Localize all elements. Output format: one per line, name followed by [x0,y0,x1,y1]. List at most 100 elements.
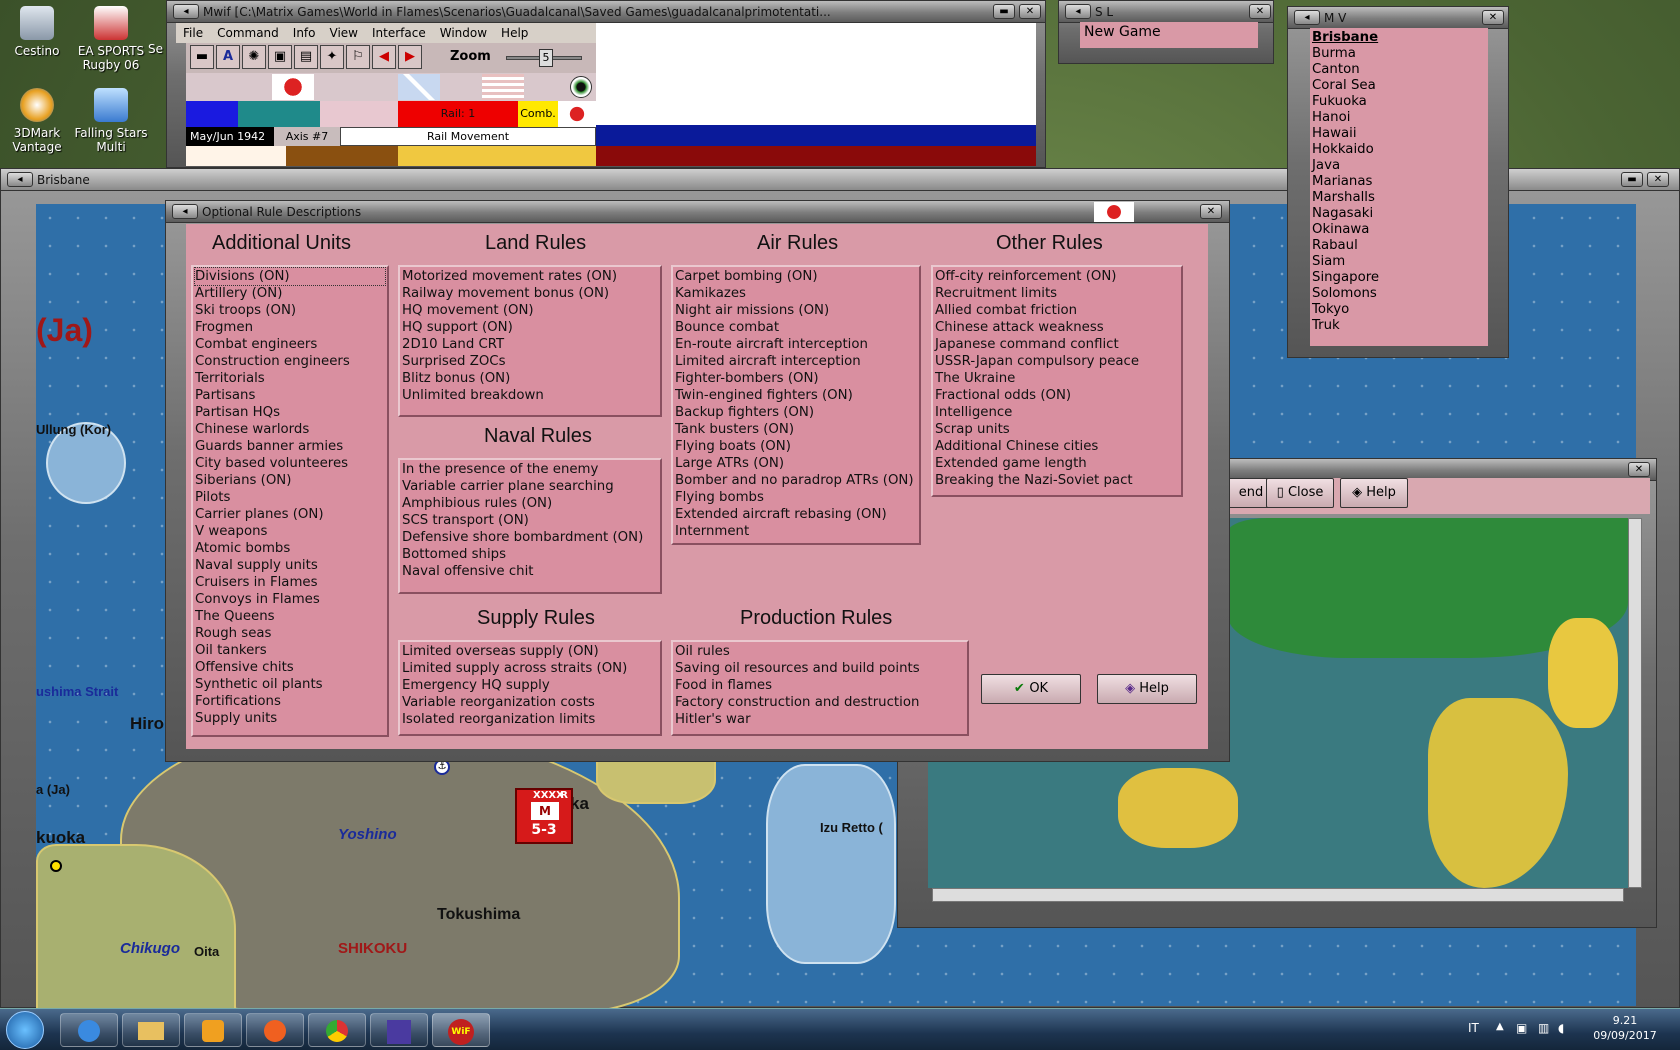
menu-interface[interactable]: Interface [365,26,433,40]
list-item-selected[interactable]: Brisbane [1312,30,1486,46]
list-item[interactable]: 2D10 Land CRT [402,336,658,353]
language-indicator[interactable]: IT [1468,1021,1479,1035]
clock[interactable]: 9.21 09/09/2017 [1590,1013,1660,1043]
list-item[interactable]: Rough seas [195,625,385,642]
list-item[interactable]: Carrier planes (ON) [195,506,385,523]
list-item[interactable]: Off-city reinforcement (ON) [935,268,1179,285]
taskbar-explorer[interactable] [122,1013,180,1047]
gear-icon[interactable]: ✺ [242,45,266,69]
map-window-menu-button[interactable]: ◂ [7,172,33,187]
list-item[interactable]: Divisions (ON) [194,267,386,286]
list-item[interactable]: Unlimited breakdown [402,387,658,404]
show-hidden-icons[interactable]: ▲ [1496,1021,1504,1032]
list-item[interactable]: Naval offensive chit [402,563,658,580]
list-item[interactable]: Fractional odds (ON) [935,387,1179,404]
close-world-button[interactable]: ▯ Close [1266,478,1334,508]
world-map-hscrollbar[interactable] [932,888,1624,902]
list-item[interactable]: Chinese warlords [195,421,385,438]
list-item[interactable]: Breaking the Nazi-Soviet pact [935,472,1179,489]
taskbar-ie[interactable] [60,1013,118,1047]
ok-button[interactable]: ✔ OK [981,674,1081,704]
list-item[interactable]: Territorials [195,370,385,387]
list-item[interactable]: Pilots [195,489,385,506]
list-item[interactable]: Fukuoka [1312,94,1486,110]
japan-flag-icon[interactable] [272,74,314,100]
land-rules-list[interactable]: Motorized movement rates (ON) Railway mo… [398,265,662,417]
list-item[interactable]: Java [1312,158,1486,174]
list-item[interactable]: SCS transport (ON) [402,512,658,529]
list-item[interactable]: Artillery (ON) [195,285,385,302]
list-item[interactable]: Ski troops (ON) [195,302,385,319]
list-item[interactable]: Hanoi [1312,110,1486,126]
taskbar-chrome[interactable] [308,1013,366,1047]
list-item[interactable]: Blitz bonus (ON) [402,370,658,387]
list-item[interactable]: Marianas [1312,174,1486,190]
list-item[interactable]: Fortifications [195,693,385,710]
list-item[interactable]: Solomons [1312,286,1486,302]
close-button[interactable]: ✕ [1628,462,1650,477]
list-item[interactable]: Tokyo [1312,302,1486,318]
taskbar-mwif[interactable]: WiF [432,1013,490,1047]
list-item[interactable]: Kamikazes [675,285,917,302]
list-item[interactable]: Backup fighters (ON) [675,404,917,421]
list-item[interactable]: Rabaul [1312,238,1486,254]
menu-command[interactable]: Command [210,26,286,40]
list-item[interactable]: Twin-engined fighters (ON) [675,387,917,404]
list-item[interactable]: Oil tankers [195,642,385,659]
list-item[interactable]: Hitler's war [675,711,965,728]
list-item[interactable]: Surprised ZOCs [402,353,658,370]
list-item[interactable]: Bomber and no paradrop ATRs (ON) [675,472,917,489]
menu-window[interactable]: Window [433,26,494,40]
list-item[interactable]: Oil rules [675,643,965,660]
font-a-icon[interactable]: A [216,45,240,69]
help-world-button[interactable]: ◈ Help [1340,478,1408,508]
air-rules-list[interactable]: Carpet bombing (ON) Kamikazes Night air … [671,265,921,545]
list-item[interactable]: Motorized movement rates (ON) [402,268,658,285]
target-icon[interactable] [570,76,592,98]
help-button[interactable]: ◈ Help [1097,674,1197,704]
other-rules-list[interactable]: Off-city reinforcement (ON) Recruitment … [931,265,1183,497]
close-button[interactable]: ✕ [1019,4,1041,19]
close-button[interactable]: ✕ [1647,172,1669,187]
list-item[interactable]: Convoys in Flames [195,591,385,608]
close-button[interactable]: ✕ [1249,4,1271,19]
list-item[interactable]: Siam [1312,254,1486,270]
list-item[interactable]: Limited aircraft interception [675,353,917,370]
list-item[interactable]: Food in flames [675,677,965,694]
list-item[interactable]: Large ATRs (ON) [675,455,917,472]
star-icon[interactable]: ✦ [320,45,344,69]
sl-menu-button[interactable]: ◂ [1065,4,1091,19]
list-item[interactable]: Hokkaido [1312,142,1486,158]
menu-view[interactable]: View [323,26,365,40]
list-item[interactable]: Okinawa [1312,222,1486,238]
dialog-menu-button[interactable]: ◂ [172,204,198,219]
list-item[interactable]: Carpet bombing (ON) [675,268,917,285]
list-item[interactable]: Additional Chinese cities [935,438,1179,455]
volume-icon[interactable]: ◖ [1558,1021,1564,1035]
close-button[interactable]: ✕ [1482,10,1504,25]
list-item[interactable]: Canton [1312,62,1486,78]
list-item[interactable]: The Queens [195,608,385,625]
list-item[interactable]: Chinese attack weakness [935,319,1179,336]
desktop-icon-ea-rugby[interactable]: EA SPORTS Rugby 06 [74,6,148,72]
list-item[interactable]: Limited overseas supply (ON) [402,643,658,660]
minimize-button[interactable]: ▬ [1621,172,1643,187]
list-item[interactable]: Internment [675,523,917,540]
square-icon[interactable]: ▣ [268,45,292,69]
supply-rules-list[interactable]: Limited overseas supply (ON) Limited sup… [398,640,662,736]
world-map-vscrollbar[interactable] [1628,518,1642,888]
list-item[interactable]: Limited supply across straits (ON) [402,660,658,677]
list-item[interactable]: Nagasaki [1312,206,1486,222]
flag-icon[interactable]: ⚐ [346,45,370,69]
list-item[interactable]: Fighter-bombers (ON) [675,370,917,387]
list-item[interactable]: In the presence of the enemy [402,461,658,478]
list-item[interactable]: Allied combat friction [935,302,1179,319]
minimize-button[interactable]: ▬ [993,4,1015,19]
taskbar-game[interactable] [370,1013,428,1047]
list-item[interactable]: Isolated reorganization limits [402,711,658,728]
desktop-icon-3dmark[interactable]: 3DMark Vantage [0,88,74,154]
production-rules-list[interactable]: Oil rules Saving oil resources and build… [671,640,969,736]
new-game-item[interactable]: New Game [1080,22,1258,48]
list-item[interactable]: Extended aircraft rebasing (ON) [675,506,917,523]
list-item[interactable]: Partisans [195,387,385,404]
